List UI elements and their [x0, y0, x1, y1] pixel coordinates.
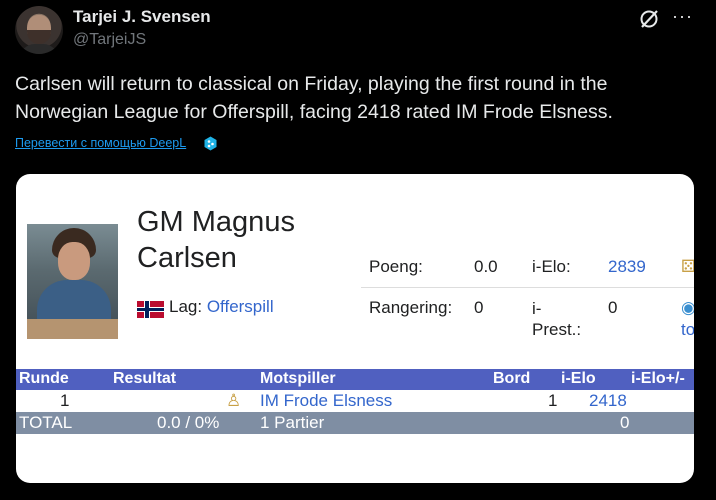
avatar[interactable]: [15, 6, 63, 54]
author-name[interactable]: Tarjei J. Svensen: [73, 7, 211, 27]
col-runde[interactable]: Runde: [19, 370, 69, 388]
col-bord[interactable]: Bord: [493, 370, 530, 388]
grok-icon[interactable]: [638, 8, 660, 30]
author-handle[interactable]: @TarjeiJS: [73, 31, 146, 49]
col-ielo-diff[interactable]: i-Elo+/-: [631, 370, 685, 388]
iprest-label: i-Prest.:: [532, 299, 582, 339]
deepl-icon: [204, 136, 217, 151]
more-options-icon[interactable]: ···: [672, 6, 693, 27]
divider: [361, 287, 694, 288]
total-ielo: 0: [620, 413, 630, 432]
col-resultat[interactable]: Resultat: [113, 370, 176, 388]
team-line: Lag: Offerspill: [169, 297, 274, 316]
total-resultat: 0.0 / 0%: [157, 413, 220, 432]
attached-image-card[interactable]: GM Magnus Carlsen Lag: Offerspill Poeng:…: [16, 174, 694, 483]
player-photo: [27, 224, 118, 339]
rangering-value: 0: [474, 298, 484, 317]
poeng-value: 0.0: [474, 257, 498, 276]
opponent-link[interactable]: IM Frode Elsness: [260, 391, 392, 411]
norway-flag-icon: [137, 301, 164, 318]
poeng-label: Poeng:: [369, 257, 423, 276]
cell-runde: 1: [60, 391, 70, 410]
rangering-label: Rangering:: [369, 298, 453, 317]
total-motspiller: 1 Partier: [260, 413, 325, 432]
col-ielo[interactable]: i-Elo: [561, 370, 596, 388]
table-header: Runde Resultat Motspiller Bord i-Elo i-E…: [16, 369, 694, 390]
chart-icon[interactable]: ⚄: [681, 257, 694, 277]
col-motspiller[interactable]: Motspiller: [260, 370, 336, 388]
globe-icon[interactable]: ◉: [681, 298, 694, 318]
total-label: TOTAL: [19, 413, 73, 432]
table-row: 1 ♙ IM Frode Elsness 1 2418: [16, 390, 694, 412]
ielo-label: i-Elo:: [532, 257, 571, 276]
cell-bord: 1: [548, 391, 558, 410]
ielo-value[interactable]: 2839: [608, 257, 646, 277]
cell-ielo: 2418: [589, 391, 627, 410]
total-row: TOTAL 0.0 / 0% 1 Partier 0: [16, 412, 694, 434]
side-link[interactable]: to: [681, 320, 694, 340]
white-pawn-icon: ♙: [226, 391, 242, 410]
team-link[interactable]: Offerspill: [207, 297, 274, 316]
tweet-text: Carlsen will return to classical on Frid…: [15, 73, 613, 123]
player-title: GM Magnus Carlsen: [137, 206, 295, 274]
iprest-value: 0: [608, 298, 618, 317]
translate-link[interactable]: Перевести с помощью DeepL: [15, 136, 186, 150]
